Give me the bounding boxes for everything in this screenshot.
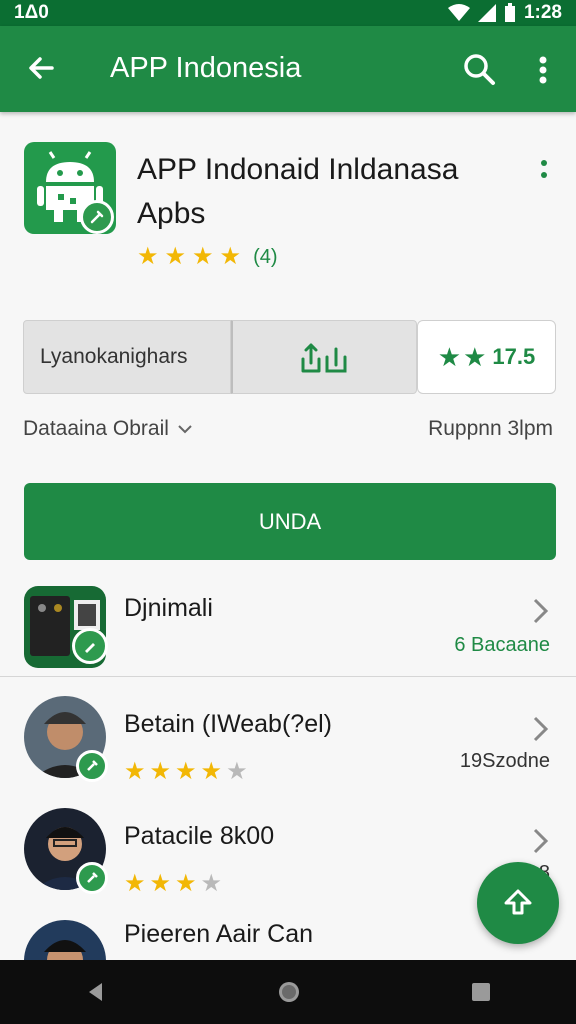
share-icon (301, 343, 346, 373)
star-icon: ★ (149, 870, 172, 897)
app-title-line2: Apbs (137, 197, 206, 230)
nav-recents-icon[interactable] (470, 981, 492, 1003)
star-icon: ★ (124, 758, 146, 785)
list-item-meta: 19Szodne (459, 750, 550, 772)
rating-value: 17.5 (492, 344, 536, 369)
list-item-rating: ★ ★ ★ ★ ★ (124, 760, 248, 784)
status-bar: 1Δ0 1:28 (0, 0, 576, 26)
chevron-right-icon (533, 716, 549, 742)
star-icon: ★ (437, 341, 462, 372)
divider (0, 676, 576, 677)
chevron-down-icon (178, 425, 192, 434)
details-left-label: Dataaina Obrail (23, 417, 169, 440)
more-vert-icon[interactable] (528, 50, 558, 90)
star-icon: ★ (219, 243, 242, 270)
chevron-right-icon (533, 598, 549, 624)
person-avatar-icon (44, 940, 86, 960)
list-item-name: Djnimali (124, 594, 213, 622)
star-icon: ★ (175, 758, 197, 785)
app-title-line1: APP Indonaid Inldanasa (137, 153, 459, 186)
rating-button[interactable]: ★ ★ 17.5 (417, 320, 556, 394)
fab-button[interactable] (477, 862, 559, 944)
app-badge-icon (80, 200, 114, 234)
app-rating: ★ ★ ★ ★ (4) (137, 245, 278, 269)
status-left-text: 1Δ0 (14, 2, 49, 23)
star-icon: ★ (124, 870, 146, 897)
list-item[interactable]: Betain (IWeab(?el) ★ ★ ★ ★ ★ 19Szodne (0, 688, 576, 804)
list-item-name: Patacile 8k00 (124, 822, 275, 850)
app-more-icon[interactable] (534, 158, 554, 182)
chevron-right-icon (533, 828, 549, 854)
star-icon: ★ (164, 243, 187, 270)
star-icon: ★ (149, 758, 172, 785)
install-button[interactable]: UNDA (24, 483, 556, 560)
pin-icon (504, 889, 532, 915)
edit-badge-icon (72, 628, 108, 664)
details-row: Dataaina Obrail Ruppnn 3lpm (23, 414, 553, 444)
edit-badge-icon (76, 862, 108, 894)
rating-count: (4) (253, 245, 278, 268)
status-icons: 1:28 (447, 2, 562, 24)
install-button-label: UNDA (258, 508, 322, 534)
action-left-label: Lyanokanighars (40, 345, 188, 368)
search-icon[interactable] (460, 50, 500, 90)
wifi-icon (447, 4, 470, 21)
list-item-meta: 6 Bacaane (454, 634, 550, 656)
nav-back-icon[interactable] (84, 980, 108, 1004)
star-icon: ★ (200, 870, 223, 897)
nav-home-icon[interactable] (276, 979, 302, 1005)
star-icon: ★ (463, 341, 487, 372)
action-buttons: Lyanokanighars ★ ★ 17.5 (23, 320, 556, 394)
star-icon: ★ (137, 243, 159, 270)
battery-icon (504, 3, 515, 22)
list-item-rating: ★ ★ ★ ★ (124, 872, 222, 896)
app-bar-title: APP Indonesia (110, 52, 302, 84)
details-dropdown[interactable]: Dataaina Obrail (23, 417, 193, 441)
app-bar: APP Indonesia (0, 26, 576, 112)
signal-icon (477, 4, 496, 22)
action-left-button[interactable]: Lyanokanighars (23, 320, 231, 394)
star-icon: ★ (226, 758, 248, 785)
edit-badge-icon (76, 750, 108, 782)
share-button[interactable] (231, 320, 417, 394)
star-icon: ★ (175, 870, 197, 897)
details-right-label: Ruppnn 3lpm (428, 417, 553, 440)
list-item-name: Betain (IWeab(?el) (124, 710, 332, 738)
status-time: 1:28 (523, 2, 562, 23)
app-title: APP Indonaid Inldanasa Apbs (137, 148, 517, 236)
star-icon: ★ (200, 758, 223, 785)
system-nav-bar (0, 960, 576, 1024)
back-arrow-icon[interactable] (22, 48, 62, 88)
star-icon: ★ (192, 243, 214, 270)
list-item-name: Pieeren Aair Can (124, 920, 314, 948)
avatar (24, 920, 106, 960)
